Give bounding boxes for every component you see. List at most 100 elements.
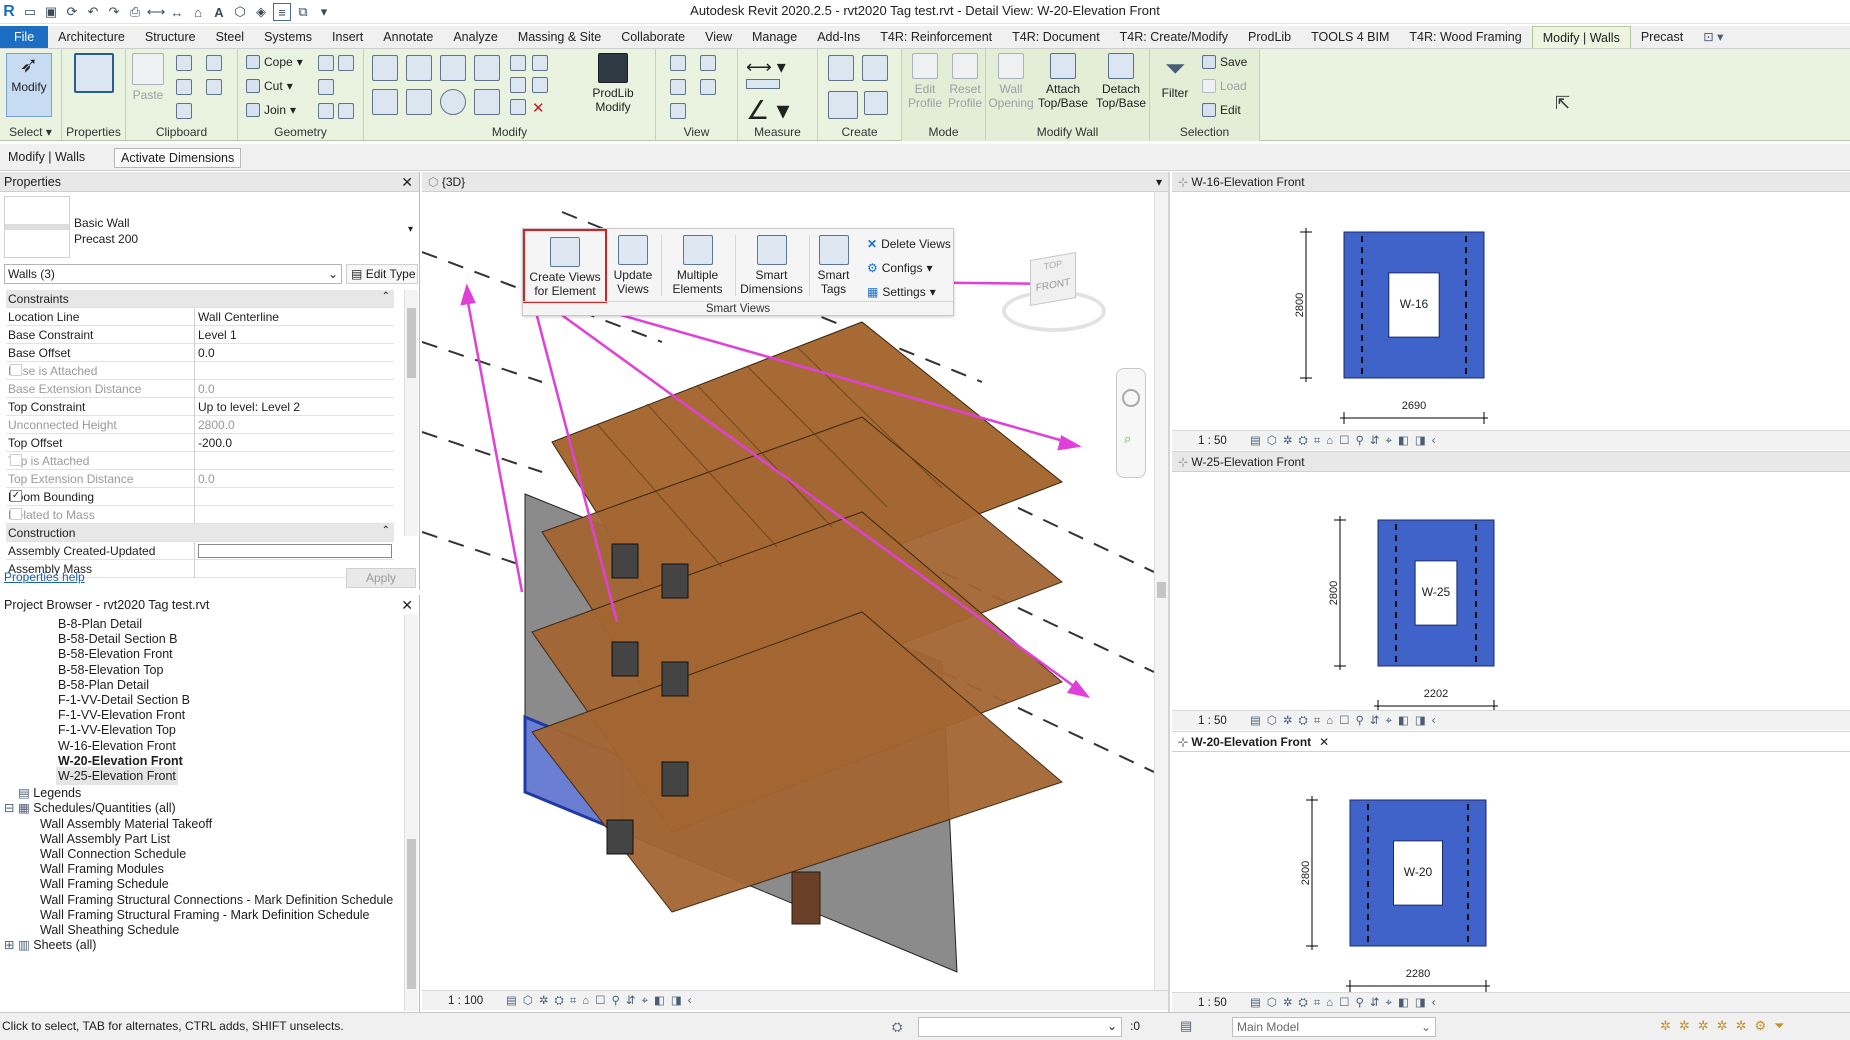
match-type-icon[interactable] xyxy=(176,103,192,119)
array-icon[interactable] xyxy=(510,77,526,93)
split-icon[interactable] xyxy=(510,55,526,71)
elevation-view-w-16[interactable]: ⊹ W-16-Elevation Front W-16 2800 2690 1 : 50… xyxy=(1172,172,1850,452)
cut-button[interactable]: Cut ▾ xyxy=(246,79,293,93)
align-icon[interactable] xyxy=(372,55,398,81)
switch-windows-icon[interactable]: ▾ xyxy=(315,3,333,21)
edit-profile-button[interactable]: Edit Profile xyxy=(906,53,944,110)
tab-t4r-reinforcement[interactable]: T4R: Reinforcement xyxy=(870,26,1002,48)
update-views-button[interactable]: Update Views xyxy=(609,235,657,296)
section-icon[interactable]: ◈ xyxy=(252,3,270,21)
override-icon[interactable] xyxy=(700,55,716,71)
trim-icon[interactable] xyxy=(474,89,500,115)
elevation-view-w-25[interactable]: ⊹ W-25-Elevation Front W-25 2800 2202 1 : 50… xyxy=(1172,452,1850,732)
tab-collaborate[interactable]: Collaborate xyxy=(611,26,695,48)
print-icon[interactable]: ⎙ xyxy=(126,3,144,21)
remove-paint-icon[interactable] xyxy=(338,103,354,119)
undo-icon[interactable]: ↶ xyxy=(84,3,102,21)
workset-dropdown[interactable]: ⌄ xyxy=(918,1017,1122,1037)
demolish-icon[interactable] xyxy=(318,103,334,119)
hide-icon[interactable] xyxy=(670,55,686,71)
edit-selection-button[interactable]: Edit xyxy=(1202,103,1241,117)
filter-by-icon[interactable] xyxy=(700,79,716,95)
property-row[interactable]: Related to Mass xyxy=(6,506,394,524)
split-face-icon[interactable] xyxy=(338,55,354,71)
3d-view-icon[interactable]: ⬡ xyxy=(231,3,249,21)
sync-icon[interactable]: ⟳ xyxy=(63,3,81,21)
tab-add-ins[interactable]: Add-Ins xyxy=(807,26,870,48)
view-control-icons[interactable]: ▤⬡✲⛭⌗⌂☐⚲⇵⌖◧◨‹ xyxy=(1250,711,1442,731)
design-options-icon[interactable]: ▤ xyxy=(1180,1018,1192,1034)
save-icon[interactable]: ▣ xyxy=(42,3,60,21)
close-icon[interactable]: ✕ xyxy=(401,595,413,615)
rotate-icon[interactable] xyxy=(440,89,466,115)
property-row[interactable]: Assembly Created-Updated xyxy=(6,542,394,560)
detach-top-base-button[interactable]: Detach Top/Base xyxy=(1092,53,1150,110)
tab-structure[interactable]: Structure xyxy=(135,26,206,48)
property-row[interactable]: Base is Attached xyxy=(6,362,394,380)
tab-analyze[interactable]: Analyze xyxy=(443,26,507,48)
instance-selector[interactable]: Walls (3) ⌄ xyxy=(4,264,342,284)
view-control-icons[interactable]: ▤⬡✲⛭⌗⌂☐⚲⇵⌖◧◨‹ xyxy=(506,991,698,1011)
elevation-view-w-20[interactable]: ⊹ W-20-Elevation Front ✕ W-20 2800 2280 1 : 5… xyxy=(1172,732,1850,1012)
thin-lines-icon[interactable]: ≡ xyxy=(273,3,291,21)
view-3d-scrollbar[interactable] xyxy=(1154,192,1168,990)
browser-sheets[interactable]: ⊞ ▥ Sheets (all) xyxy=(4,936,96,954)
property-row[interactable]: Base Constraint Level 1 xyxy=(6,326,394,344)
browser-view-item[interactable]: W-25-Elevation Front xyxy=(56,767,178,785)
tab-t4r-create-modify[interactable]: T4R: Create/Modify xyxy=(1110,26,1238,48)
checkbox-checked-icon[interactable]: ✓ xyxy=(10,490,22,502)
create-views-for-element-button[interactable]: Create Views for Element xyxy=(523,229,607,303)
tab-file[interactable]: File xyxy=(0,26,49,48)
selection-filter-icons[interactable]: ✲✲✲✲✲⚙⏷ xyxy=(1660,1018,1793,1034)
load-selection-button[interactable]: Load xyxy=(1202,79,1247,93)
split-gap-icon[interactable] xyxy=(532,55,548,71)
view-3d-scale[interactable]: 1 : 100 xyxy=(448,991,483,1011)
scale-icon[interactable] xyxy=(532,77,548,93)
create-part-icon[interactable] xyxy=(828,55,854,81)
property-row[interactable]: Top Offset -200.0 xyxy=(6,434,394,452)
design-option-dropdown[interactable]: Main Model ⌄ xyxy=(1232,1017,1436,1037)
browser-scrollbar[interactable] xyxy=(404,615,418,1011)
prodlib-modify-button[interactable]: ProdLib Modify xyxy=(582,53,644,114)
angle-icon[interactable]: ∠ ▾ xyxy=(746,95,790,126)
cut-icon[interactable] xyxy=(176,55,192,71)
configs-button[interactable]: ⚙ Configs ▾ xyxy=(867,261,932,275)
mirror-axis-icon[interactable] xyxy=(440,55,466,81)
tab-steel[interactable]: Steel xyxy=(206,26,255,48)
smart-dimensions-button[interactable]: Smart Dimensions xyxy=(735,235,807,296)
view-3d[interactable]: ⬡ {3D} ▾ Create Views for Element Update… xyxy=(422,172,1170,1012)
text-icon[interactable]: A xyxy=(210,3,228,21)
settings-button[interactable]: ▦ Settings ▾ xyxy=(867,285,936,299)
steering-wheel-icon[interactable] xyxy=(1122,389,1140,407)
copy-element-icon[interactable] xyxy=(406,89,432,115)
zoom-icon[interactable]: ⌕ xyxy=(1124,431,1131,447)
tab-prodlib[interactable]: ProdLib xyxy=(1238,26,1301,48)
close-hidden-icon[interactable]: ⧉ xyxy=(294,3,312,21)
apply-button[interactable]: Apply xyxy=(346,568,416,588)
paste-button[interactable]: Paste xyxy=(130,53,166,102)
tab-modify-walls[interactable]: Modify | Walls xyxy=(1531,26,1631,48)
offset-icon[interactable] xyxy=(406,55,432,81)
tab-insert[interactable]: Insert xyxy=(322,26,373,48)
properties-help-link[interactable]: Properties help xyxy=(4,570,85,584)
join-geometry-icon[interactable] xyxy=(206,55,222,71)
ribbon-options-icon[interactable]: ⊡ ▾ xyxy=(1693,26,1733,48)
checkbox-icon[interactable] xyxy=(10,454,22,466)
create-assembly-icon[interactable] xyxy=(828,91,858,119)
mirror-draw-icon[interactable] xyxy=(474,55,500,81)
tab-manage[interactable]: Manage xyxy=(742,26,807,48)
view-control-icons[interactable]: ▤⬡✲⛭⌗⌂☐⚲⇵⌖◧◨‹ xyxy=(1250,993,1442,1013)
type-dropdown-icon[interactable]: ▾ xyxy=(408,224,413,235)
elevation-scale[interactable]: 1 : 50 xyxy=(1198,711,1227,731)
view-menu-icon[interactable]: ▾ xyxy=(1156,172,1162,192)
property-row[interactable]: Top Extension Distance 0.0 xyxy=(6,470,394,488)
measure-between-icon[interactable]: ⟷ ▾ xyxy=(746,57,786,78)
multiple-elements-button[interactable]: Multiple Elements xyxy=(661,235,733,296)
worksets-icon[interactable]: ⛭ xyxy=(892,1019,902,1035)
navigation-bar[interactable]: ⌕ xyxy=(1116,368,1146,478)
tab-annotate[interactable]: Annotate xyxy=(373,26,443,48)
tab-architecture[interactable]: Architecture xyxy=(48,26,135,48)
property-row[interactable]: Base Offset 0.0 xyxy=(6,344,394,362)
tab-t4r-wood-framing[interactable]: T4R: Wood Framing xyxy=(1399,26,1531,48)
close-icon[interactable]: ✕ xyxy=(401,172,413,192)
